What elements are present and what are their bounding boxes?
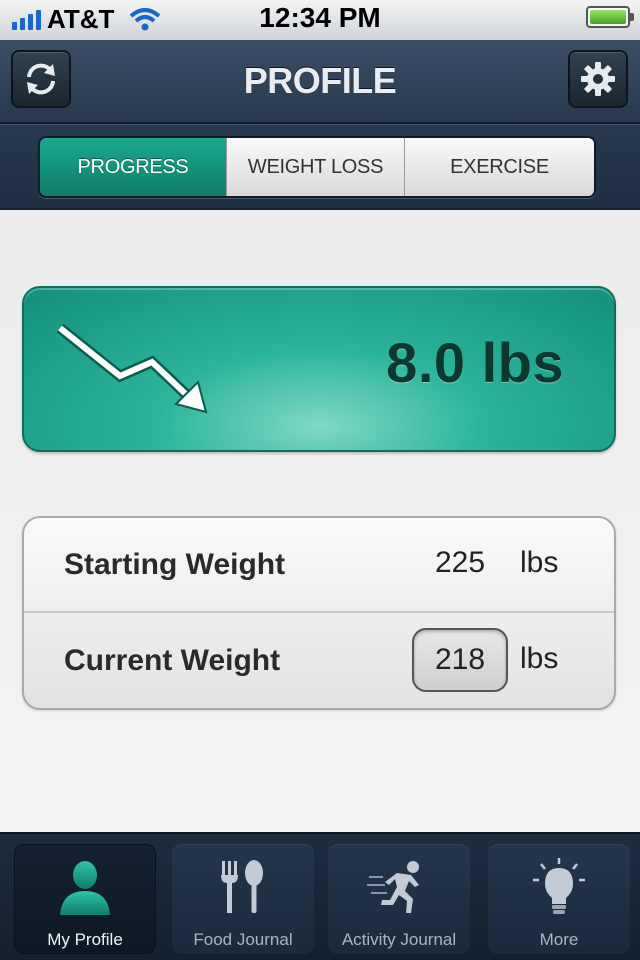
lightbulb-icon <box>533 858 585 914</box>
tab-label: Activity Journal <box>341 930 457 949</box>
current-weight-input[interactable]: 218 <box>412 628 508 692</box>
runner-icon <box>367 861 419 913</box>
navigation-bar: PROFILE PROGRESS WEIGHT LOSS EXERCISE <box>0 40 640 210</box>
nav-divider <box>0 122 640 124</box>
settings-button[interactable] <box>568 50 628 108</box>
tab-food-journal[interactable]: Food Journal <box>172 844 314 954</box>
current-weight-row: Current Weight 218 lbs <box>24 614 614 709</box>
battery-icon <box>586 6 634 28</box>
segment-progress[interactable]: PROGRESS <box>40 138 226 196</box>
weight-summary-card: Starting Weight 225 lbs Current Weight 2… <box>22 516 616 710</box>
fork-spoon-icon <box>221 860 263 913</box>
tab-label: More <box>539 930 579 949</box>
tab-my-profile[interactable]: My Profile <box>14 844 156 954</box>
tab-label: My Profile <box>47 930 123 949</box>
tab-more[interactable]: More <box>488 844 630 954</box>
tab-label: Food Journal <box>193 930 293 949</box>
tab-bar: My Profile Food Journal Activity Journal… <box>0 832 640 960</box>
starting-weight-unit: lbs <box>520 546 559 579</box>
status-bar: AT&T 12:34 PM <box>0 0 640 40</box>
progress-card: 8.0 lbs <box>22 286 616 452</box>
page-title: PROFILE <box>243 60 397 101</box>
gear-icon <box>581 62 615 96</box>
tab-activity-journal[interactable]: Activity Journal <box>328 844 470 954</box>
current-weight-unit: lbs <box>520 642 559 675</box>
profile-segmented-control: PROGRESS WEIGHT LOSS EXERCISE <box>38 136 596 198</box>
current-weight-label: Current Weight <box>64 644 281 677</box>
downward-trend-arrow-icon <box>56 323 208 414</box>
starting-weight-value: 225 <box>434 546 486 579</box>
person-icon <box>60 861 110 915</box>
segment-exercise[interactable]: EXERCISE <box>404 138 594 196</box>
starting-weight-row: Starting Weight 225 lbs <box>24 518 614 613</box>
main-content: 8.0 lbs Starting Weight 225 lbs Current … <box>0 210 640 832</box>
status-clock: 12:34 PM <box>259 2 381 33</box>
weight-lost-value: 8.0 lbs <box>386 331 564 394</box>
starting-weight-label: Starting Weight <box>64 548 286 581</box>
segment-weight-loss[interactable]: WEIGHT LOSS <box>226 138 404 196</box>
